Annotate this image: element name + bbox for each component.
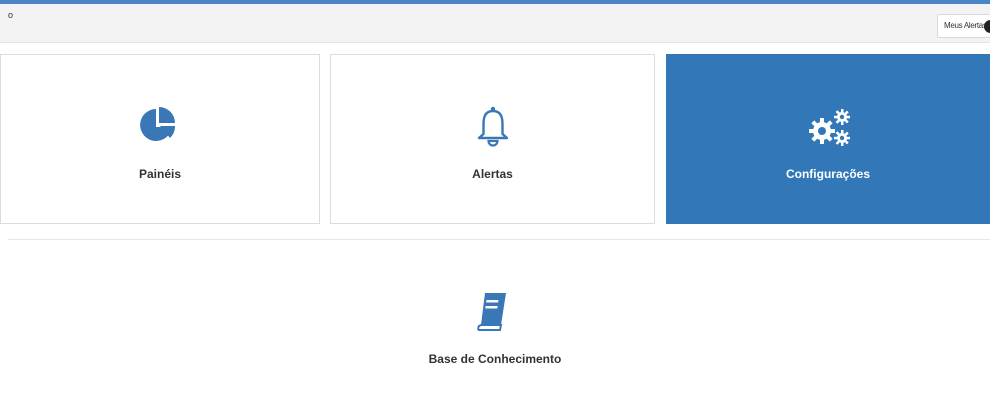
tile-paineis-label: Painéis bbox=[138, 167, 182, 181]
breadcrumb: o bbox=[8, 10, 14, 20]
section-divider bbox=[8, 239, 990, 240]
bell-icon bbox=[477, 106, 509, 147]
tile-paineis[interactable]: Painéis bbox=[0, 54, 320, 224]
alerts-count-badge bbox=[984, 20, 990, 33]
knowledge-base-label: Base de Conhecimento bbox=[428, 352, 562, 366]
tile-configuracoes[interactable]: Configurações bbox=[666, 54, 990, 224]
my-alerts-button[interactable]: Meus Alertas bbox=[937, 14, 990, 38]
book-icon bbox=[477, 293, 506, 331]
knowledge-base-link[interactable]: Base de Conhecimento bbox=[400, 283, 590, 383]
tile-alertas-label: Alertas bbox=[472, 167, 513, 181]
tile-configuracoes-label: Configurações bbox=[785, 167, 870, 181]
top-bar: o Meus Alertas bbox=[0, 4, 990, 43]
tile-alertas[interactable]: Alertas bbox=[330, 54, 655, 224]
pie-chart-icon bbox=[140, 107, 176, 141]
gears-icon bbox=[809, 109, 850, 146]
my-alerts-label: Meus Alertas bbox=[944, 21, 987, 30]
